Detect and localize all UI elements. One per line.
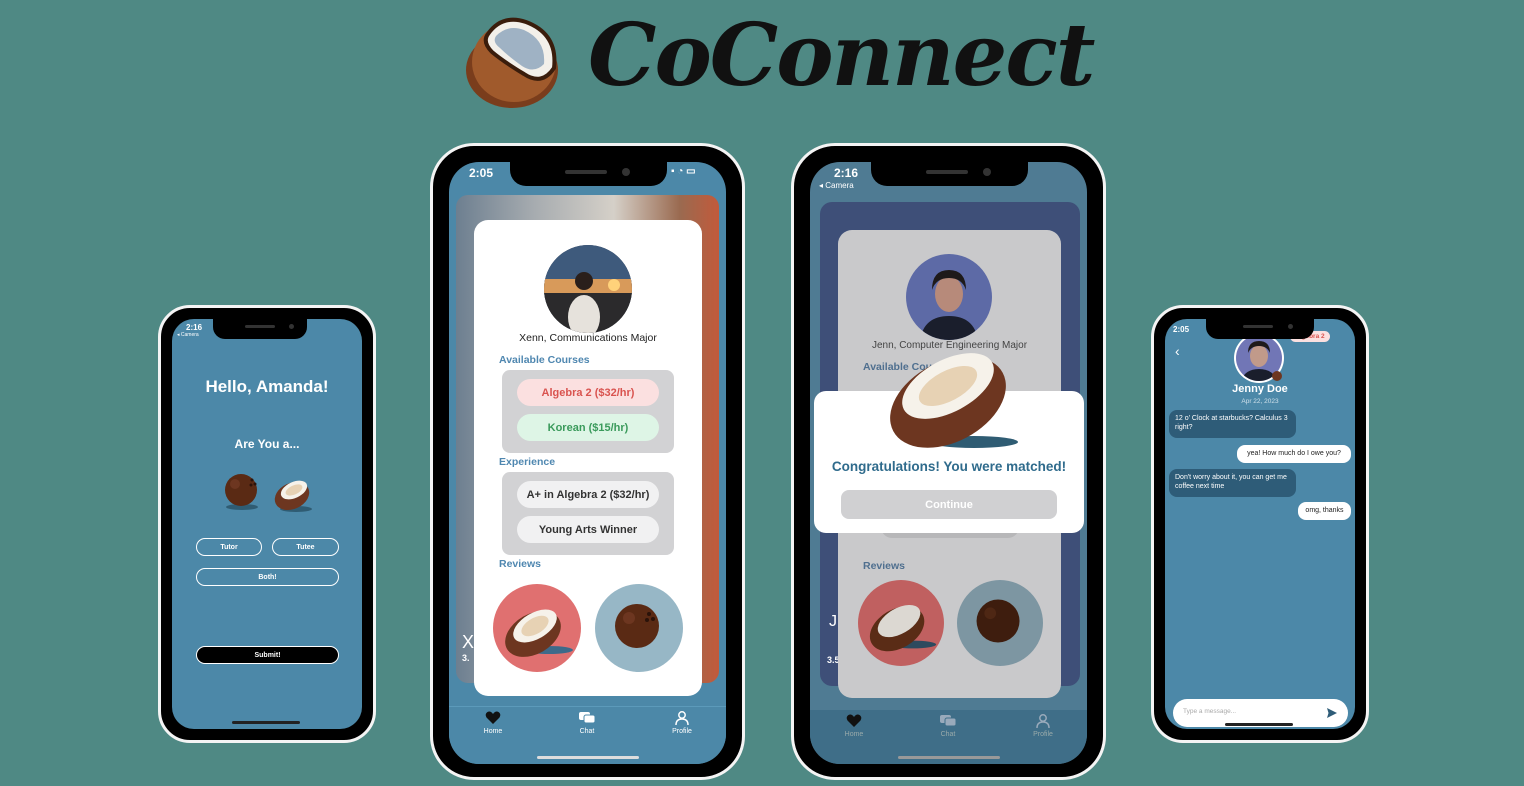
chat-icon (940, 715, 957, 727)
tab-chat[interactable]: Chat (928, 714, 968, 738)
home-indicator (1225, 723, 1293, 726)
message-them: Don't worry about it, you can get me cof… (1169, 469, 1296, 497)
status-time: 2:05 (1173, 325, 1190, 334)
coconut-logo-icon (466, 17, 558, 108)
send-icon[interactable] (1326, 707, 1338, 719)
status-back-camera[interactable]: ◂ Camera (819, 181, 854, 190)
experience-heading: Experience (499, 456, 556, 468)
reviews-heading: Reviews (499, 558, 542, 570)
person-icon (1036, 714, 1050, 728)
person-icon (675, 711, 689, 725)
home-indicator (537, 756, 639, 759)
screen: 2:16 ◂ Camera Hello, Amanda! Are You a..… (172, 319, 362, 729)
back-chevron-icon[interactable]: ‹ (1175, 343, 1180, 359)
submit-button[interactable]: Submit! (196, 646, 339, 664)
both-button[interactable]: Both! (196, 568, 339, 586)
chat-icon (579, 712, 596, 724)
brand-name: CoConnect (588, 5, 1095, 106)
profile-avatar[interactable] (544, 245, 632, 333)
tab-home[interactable]: Home (834, 714, 874, 738)
heart-icon (846, 714, 862, 727)
tab-home[interactable]: Home (473, 711, 513, 735)
chat-date: Apr 22, 2023 (1241, 398, 1279, 405)
review-tutor-coconut-icon (957, 580, 1043, 666)
course-chip-algebra[interactable]: Algebra 2 ($32/hr) (517, 379, 659, 406)
notch (871, 160, 1028, 186)
available-courses-heading: Available Courses (499, 354, 590, 366)
experience-chip-arts: Young Arts Winner (517, 516, 659, 543)
match-message: Congratulations! You were matched! (831, 459, 1067, 474)
experience-panel: A+ in Algebra 2 ($32/hr) Young Arts Winn… (502, 472, 674, 555)
tab-chat[interactable]: Chat (567, 711, 607, 735)
phone-role-select: 2:16 ◂ Camera Hello, Amanda! Are You a..… (158, 305, 376, 743)
status-back-camera[interactable]: ◂ Camera (177, 332, 199, 338)
review-tutee-coconut-icon (858, 580, 944, 666)
match-coconut-icon (890, 353, 1018, 448)
status-time: 2:16 (186, 323, 203, 332)
behind-card-initial: X (462, 632, 475, 652)
tutor-coconut-icon (225, 474, 258, 510)
status-icons: ▪ ◔ ▭ (671, 166, 696, 177)
profile-avatar (906, 254, 992, 340)
tutor-button[interactable]: Tutor (196, 538, 262, 556)
reviews-heading: Reviews (863, 560, 906, 572)
message-me: yea! How much do I owe you? (1237, 445, 1351, 463)
tutee-button[interactable]: Tutee (272, 538, 339, 556)
continue-button[interactable]: Continue (841, 490, 1057, 519)
home-indicator (232, 721, 300, 724)
phone-profile: 2:05 ▪ ◔ ▭ X 3. Xenn, Communications Maj… (430, 143, 745, 780)
tab-home-label: Home (844, 731, 864, 738)
courses-panel: Algebra 2 ($32/hr) Korean ($15/hr) (502, 370, 674, 453)
notch (213, 317, 307, 339)
phone-match: 2:16 ◂ Camera J 3.5 Jenn, Computer Engin… (791, 143, 1106, 780)
review-tutor-coconut-icon[interactable] (595, 584, 683, 672)
tab-chat-label: Chat (579, 728, 595, 735)
review-tutee-coconut-icon[interactable] (493, 584, 581, 672)
status-time: 2:16 (834, 166, 859, 180)
heart-icon (485, 711, 501, 724)
profile-name: Xenn, Communications Major (519, 332, 657, 344)
behind-card-initial: J (829, 613, 837, 630)
greeting-title: Hello, Amanda! (205, 377, 329, 396)
message-them: 12 o' Clock at starbucks? Calculus 3 rig… (1169, 410, 1296, 438)
screen: 2:05 ‹ Algebra 2 Jenny Doe Apr 22, 2023 … (1165, 319, 1355, 729)
message-me: omg, thanks (1298, 502, 1351, 520)
tab-profile-label: Profile (1033, 731, 1053, 738)
notch (510, 160, 667, 186)
message-input-placeholder: Type a message... (1183, 708, 1237, 715)
home-indicator (898, 756, 1000, 759)
contact-avatar[interactable] (1234, 333, 1284, 383)
course-chip-korean[interactable]: Korean ($15/hr) (517, 414, 659, 441)
tab-profile-label: Profile (672, 728, 692, 735)
screen: 2:05 ▪ ◔ ▭ X 3. Xenn, Communications Maj… (449, 162, 726, 764)
contact-name: Jenny Doe (1232, 383, 1288, 395)
tab-profile[interactable]: Profile (662, 711, 702, 735)
behind-card-sub: 3. (462, 653, 470, 663)
tab-profile[interactable]: Profile (1023, 714, 1063, 738)
experience-chip-algebra: A+ in Algebra 2 ($32/hr) (517, 481, 659, 508)
tutee-coconut-icon (274, 480, 312, 512)
phone-chat: 2:05 ‹ Algebra 2 Jenny Doe Apr 22, 2023 … (1151, 305, 1369, 743)
notch (1206, 317, 1314, 339)
tab-home-label: Home (483, 728, 503, 735)
profile-card: Xenn, Communications Major Available Cou… (474, 220, 702, 696)
role-question: Are You a... (234, 437, 300, 451)
status-time: 2:05 (469, 166, 494, 180)
tab-chat-label: Chat (940, 731, 956, 738)
